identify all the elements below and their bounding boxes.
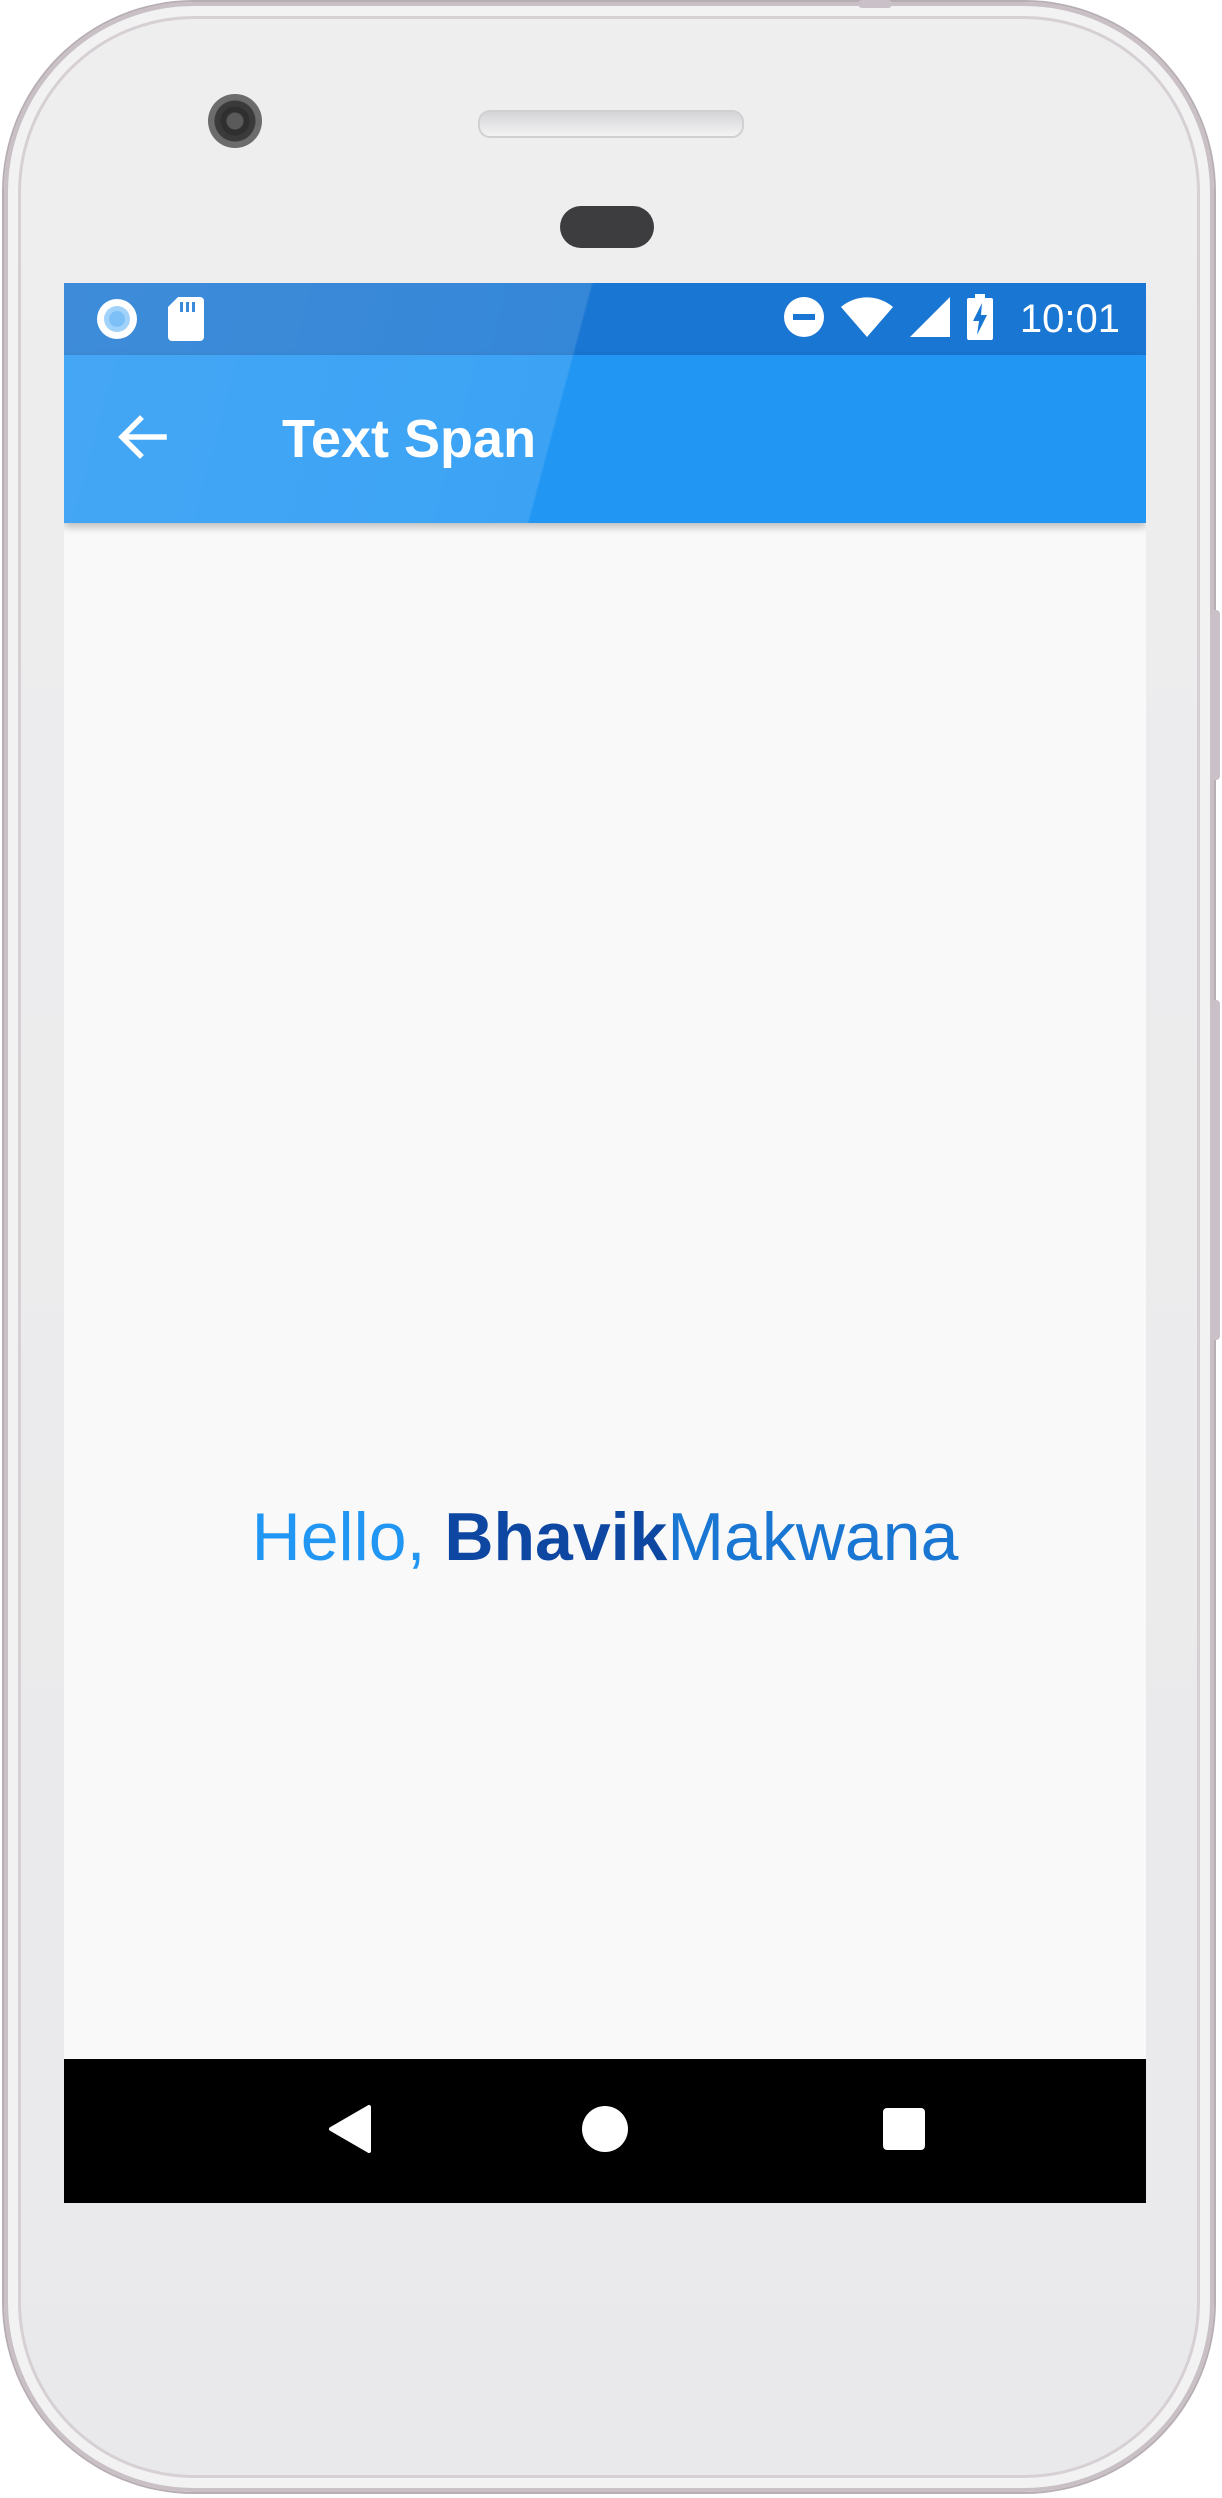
app-bar: Text Span (64, 355, 1146, 523)
status-time: 10:01 (1019, 296, 1120, 341)
status-bar: 10:01 (64, 283, 1146, 355)
last-name-span: Makwana (667, 1499, 959, 1575)
do-not-disturb-icon (782, 295, 826, 344)
power-button (1210, 610, 1220, 780)
earpiece-speaker (478, 110, 744, 138)
sd-card-icon (166, 295, 206, 348)
cell-signal-icon (908, 295, 952, 344)
wifi-icon (840, 295, 894, 344)
back-triangle-icon (327, 2104, 373, 2159)
volume-button (1210, 1000, 1220, 1340)
nav-recents-button[interactable] (858, 2085, 950, 2177)
notification-circle-icon (94, 296, 140, 347)
front-camera (208, 94, 262, 148)
device-frame: 10:01 Text Span Hello, BhavikMakwana (0, 0, 1222, 2498)
status-right-icons: 10:01 (782, 291, 1120, 347)
top-edge-button (858, 0, 892, 8)
recents-square-icon (881, 2106, 927, 2157)
arrow-back-icon (116, 411, 168, 468)
proximity-sensor (560, 206, 654, 248)
rich-text: Hello, BhavikMakwana (64, 1503, 1146, 1571)
greeting-span: Hello, (251, 1499, 445, 1575)
navigation-bar (64, 2059, 1146, 2203)
back-button[interactable] (98, 395, 186, 483)
first-name-span: Bhavik (444, 1499, 668, 1575)
home-circle-icon (580, 2104, 630, 2159)
status-left-icons (94, 295, 206, 348)
nav-back-button[interactable] (304, 2085, 396, 2177)
screen: 10:01 Text Span Hello, BhavikMakwana (64, 283, 1146, 2203)
page-title: Text Span (282, 409, 537, 469)
nav-home-button[interactable] (559, 2085, 651, 2177)
battery-charging-icon (966, 293, 994, 346)
